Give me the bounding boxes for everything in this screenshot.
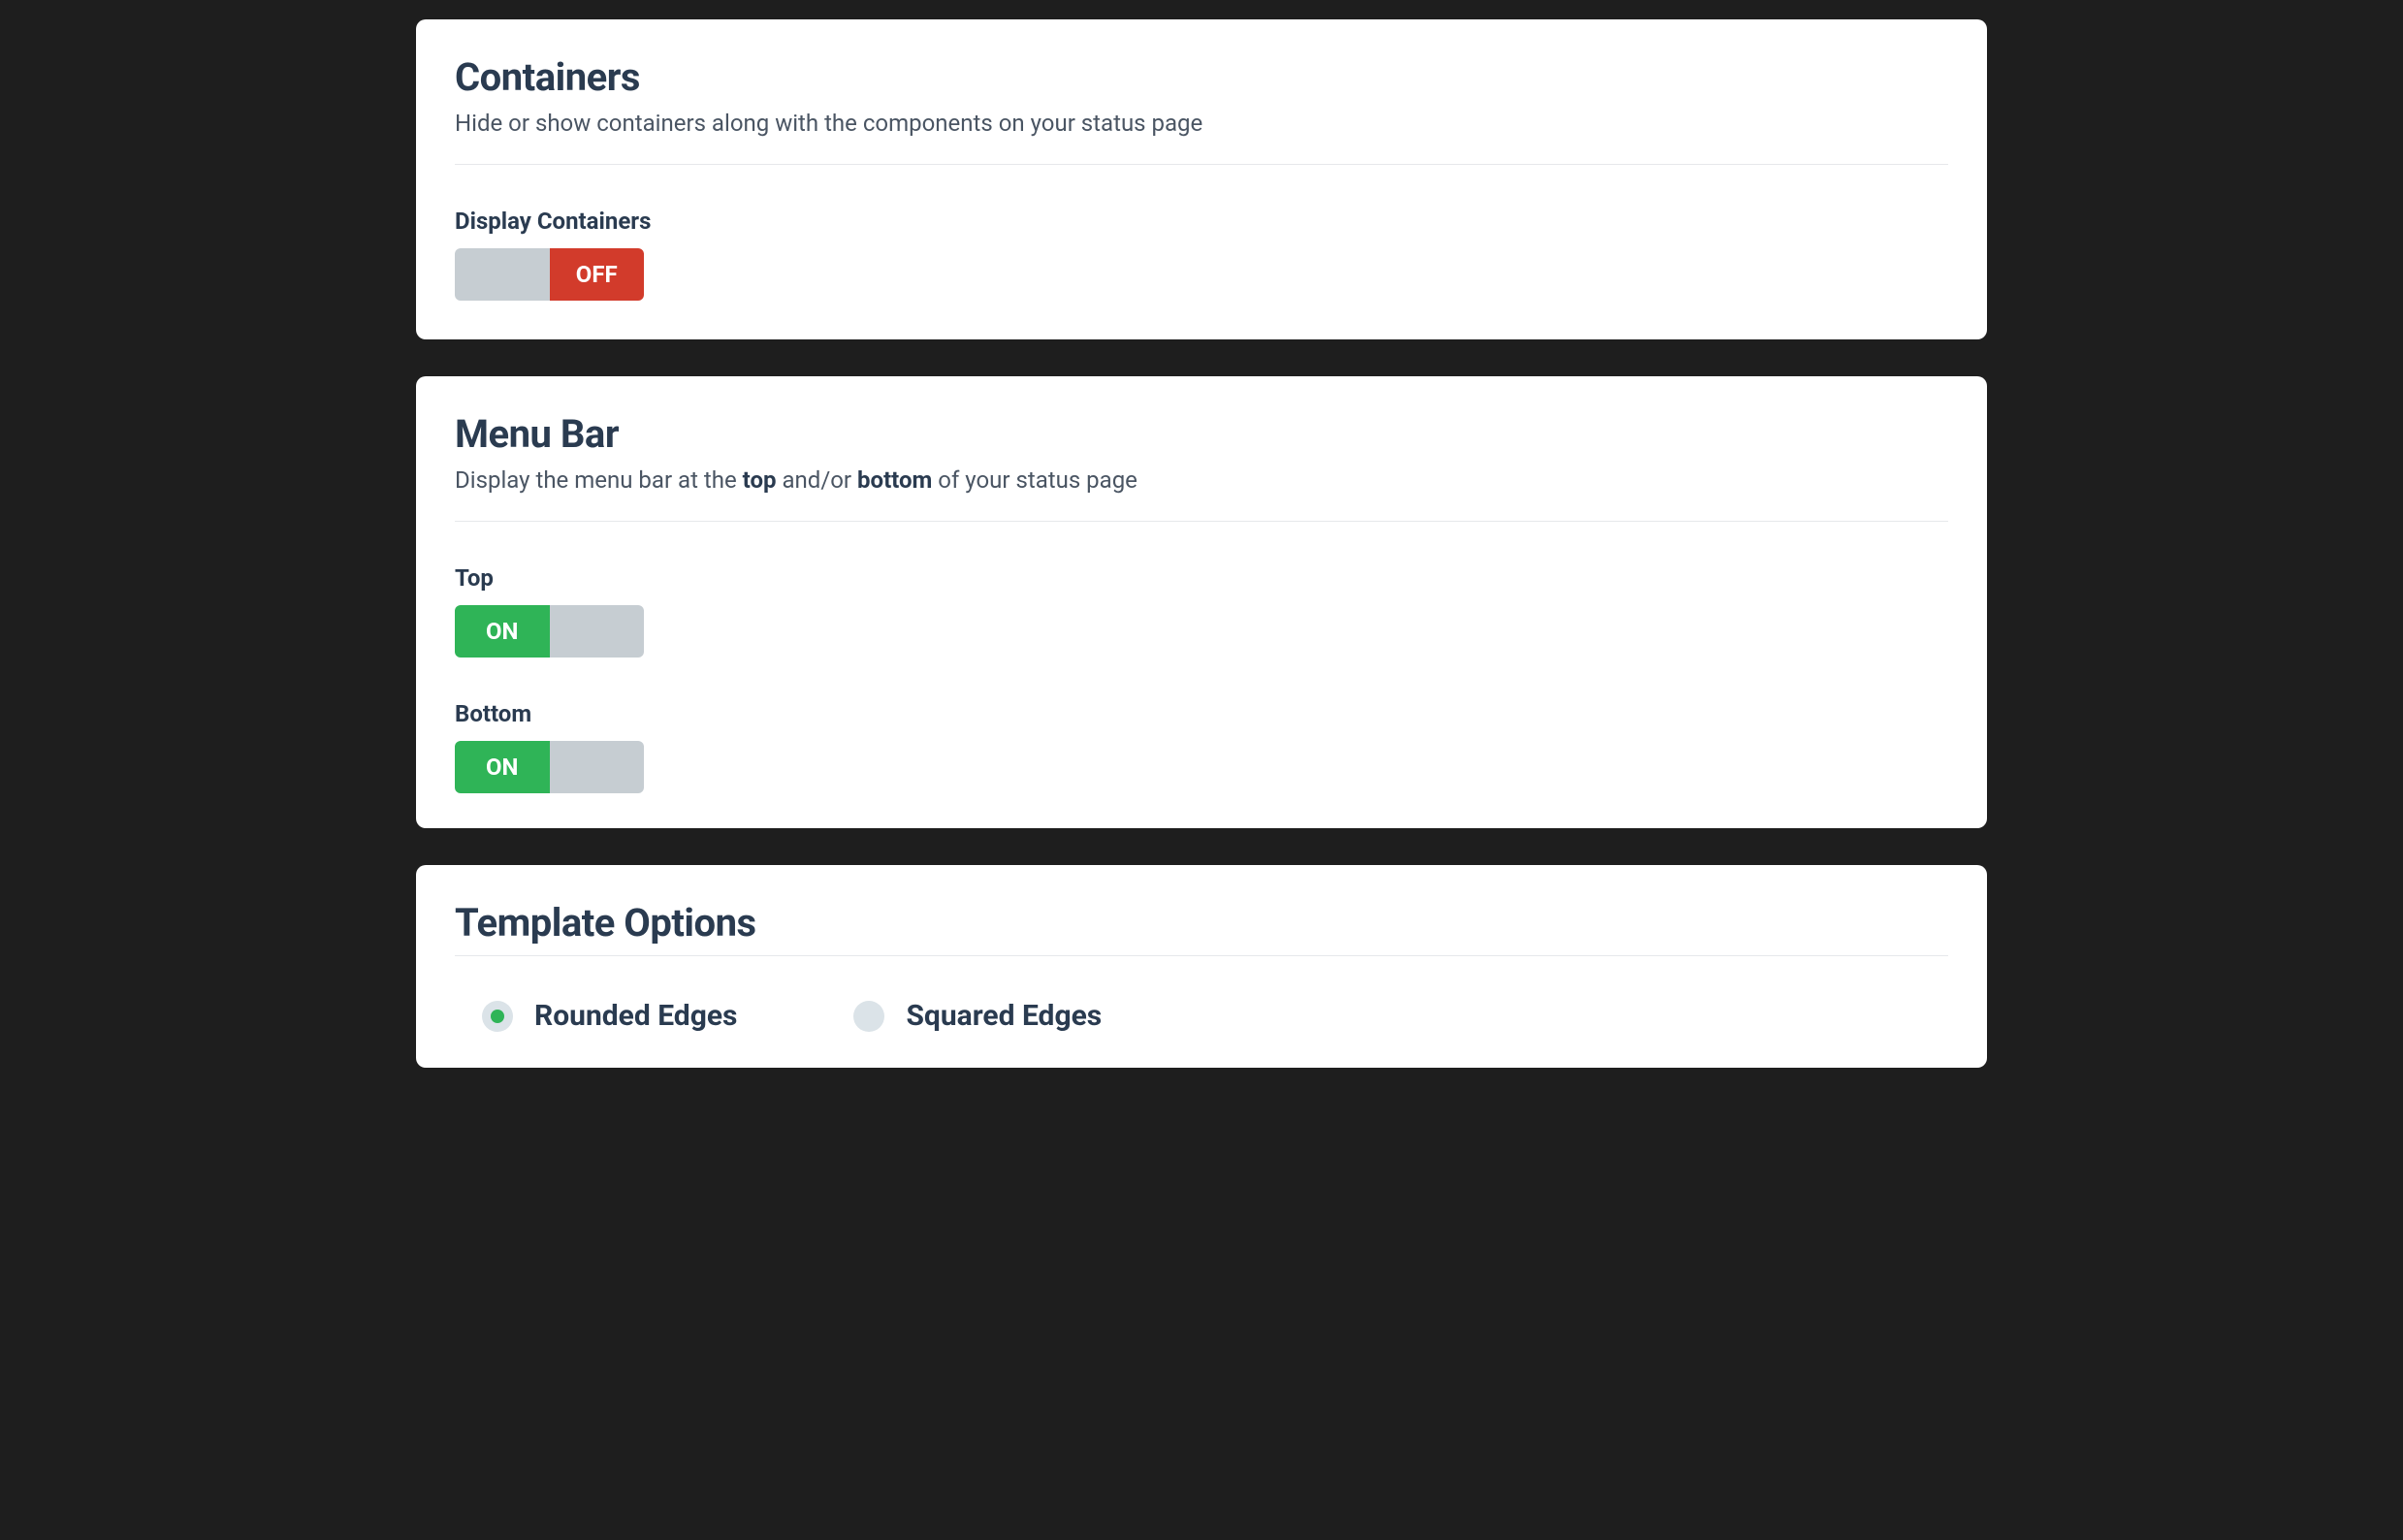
menubar-bottom-label: Bottom [455, 700, 1948, 727]
menubar-bottom-toggle[interactable]: ON [455, 741, 644, 793]
menubar-description: Display the menu bar at the top and/or b… [455, 466, 1948, 494]
toggle-track [550, 741, 645, 793]
menubar-desc-suffix: of your status page [932, 466, 1137, 494]
template-option-rounded[interactable]: Rounded Edges [482, 999, 737, 1033]
template-options-title: Template Options [455, 900, 1948, 946]
radio-icon [853, 1001, 884, 1032]
menubar-top-field: Top ON [455, 564, 1948, 658]
toggle-track [455, 248, 550, 301]
toggle-track [550, 605, 645, 658]
containers-card: Containers Hide or show containers along… [416, 19, 1987, 339]
menubar-top-label: Top [455, 564, 1948, 592]
template-option-squared-label: Squared Edges [906, 999, 1102, 1033]
menubar-desc-bottom: bottom [857, 466, 932, 494]
template-option-rounded-label: Rounded Edges [534, 999, 737, 1033]
display-containers-field: Display Containers OFF [455, 208, 1948, 305]
divider [455, 955, 1948, 956]
template-options-card: Template Options Rounded Edges Squared E… [416, 865, 1987, 1068]
menubar-bottom-field: Bottom ON [455, 700, 1948, 793]
menubar-desc-mid: and/or [777, 466, 857, 494]
divider [455, 521, 1948, 522]
toggle-off-indicator: OFF [550, 248, 645, 301]
toggle-on-indicator: ON [455, 605, 550, 658]
template-option-squared[interactable]: Squared Edges [853, 999, 1102, 1033]
display-containers-label: Display Containers [455, 208, 1948, 235]
menubar-title: Menu Bar [455, 411, 1948, 457]
menubar-card: Menu Bar Display the menu bar at the top… [416, 376, 1987, 828]
display-containers-toggle[interactable]: OFF [455, 248, 644, 301]
toggle-on-indicator: ON [455, 741, 550, 793]
containers-description: Hide or show containers along with the c… [455, 110, 1948, 137]
menubar-top-toggle[interactable]: ON [455, 605, 644, 658]
divider [455, 164, 1948, 165]
containers-title: Containers [455, 54, 1948, 100]
radio-icon [482, 1001, 513, 1032]
menubar-desc-prefix: Display the menu bar at the [455, 466, 743, 494]
menubar-desc-top: top [743, 466, 777, 494]
template-radio-group: Rounded Edges Squared Edges [455, 999, 1948, 1033]
